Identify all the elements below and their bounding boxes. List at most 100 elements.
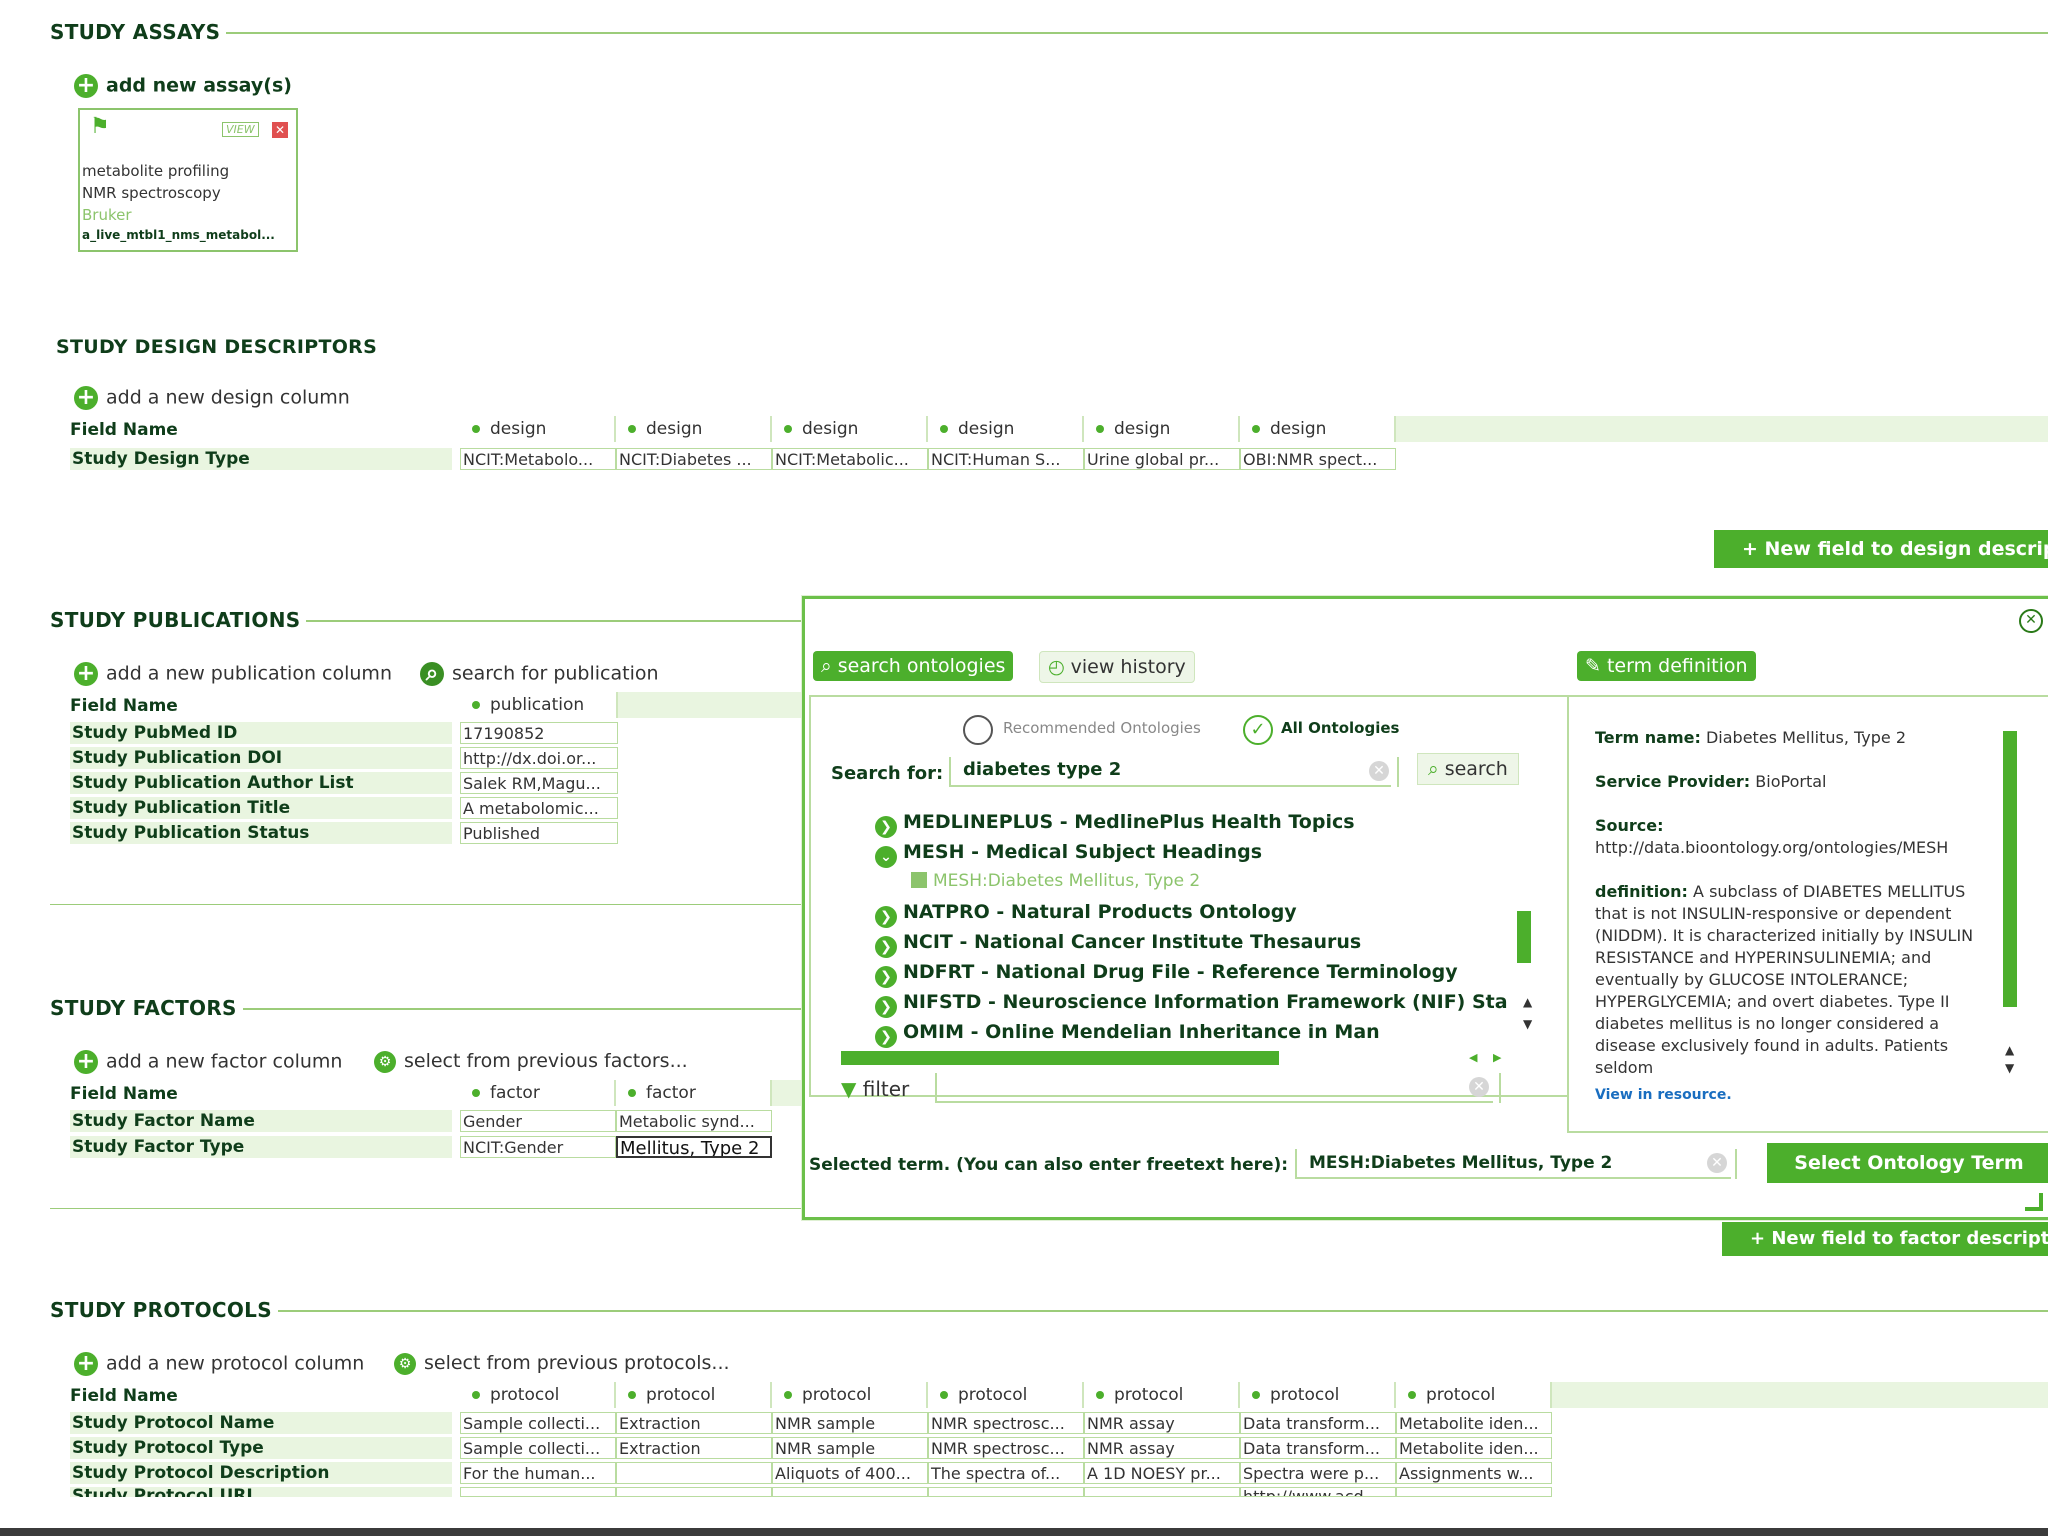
table-cell[interactable]: Gender: [460, 1110, 616, 1132]
table-cell[interactable]: Assignments w...: [1396, 1462, 1552, 1484]
table-cell[interactable]: NMR spectrosc...: [928, 1412, 1084, 1434]
ontology-item[interactable]: ❯ NCIT - National Cancer Institute Thesau…: [875, 931, 1361, 958]
table-cell[interactable]: [616, 1487, 772, 1497]
select-previous-protocols-button[interactable]: ⚙ select from previous protocols...: [394, 1352, 730, 1375]
table-cell[interactable]: A 1D NOESY pr...: [1084, 1462, 1240, 1484]
table-cell[interactable]: Mellitus, Type 2: [616, 1136, 772, 1158]
tab-search-ontologies[interactable]: ⌕ search ontologies: [813, 651, 1014, 681]
table-cell[interactable]: Aliquots of 400...: [772, 1462, 928, 1484]
table-cell[interactable]: NMR sample: [772, 1412, 928, 1434]
table-cell[interactable]: NCIT:Metabolic...: [772, 448, 928, 470]
table-cell[interactable]: http://dx.doi.or...: [460, 747, 618, 769]
ontology-item[interactable]: ❯ OMIM - Online Mendelian Inheritance in …: [875, 1021, 1380, 1048]
table-cell[interactable]: NCIT:Gender: [460, 1136, 616, 1158]
bottom-scrollbar[interactable]: [0, 1528, 2048, 1536]
table-cell[interactable]: Sample collecti...: [460, 1437, 616, 1459]
search-button[interactable]: ⌕ search: [1417, 753, 1519, 785]
table-cell[interactable]: Extraction: [616, 1437, 772, 1459]
column-header-factor[interactable]: factor: [616, 1080, 772, 1106]
selected-term-input[interactable]: MESH:Diabetes Mellitus, Type 2 ✕: [1295, 1149, 1731, 1179]
column-header-protocol[interactable]: protocol: [616, 1382, 772, 1408]
definition-scrollbar-thumb[interactable]: [2003, 731, 2017, 1007]
table-cell[interactable]: [460, 1487, 616, 1497]
search-input[interactable]: diabetes type 2 ✕: [949, 757, 1391, 787]
table-cell[interactable]: The spectra of...: [928, 1462, 1084, 1484]
table-cell[interactable]: Spectra were p...: [1240, 1462, 1396, 1484]
view-in-resource-link[interactable]: View in resource.: [1595, 1087, 1732, 1103]
scroll-right-icon[interactable]: ▶: [1493, 1051, 1501, 1064]
table-cell[interactable]: [928, 1487, 1084, 1497]
column-header-design[interactable]: design: [1240, 416, 1396, 442]
table-cell[interactable]: [1084, 1487, 1240, 1497]
close-icon[interactable]: ✕: [2019, 609, 2043, 633]
table-cell[interactable]: Extraction: [616, 1412, 772, 1434]
clear-icon[interactable]: ✕: [1469, 1077, 1489, 1097]
table-cell[interactable]: Data transform...: [1240, 1412, 1396, 1434]
assay-card[interactable]: ⚑ VIEW ✕ metabolite profiling NMR spectr…: [78, 108, 298, 252]
new-factor-field-button[interactable]: + New field to factor descript: [1722, 1222, 2048, 1256]
add-publication-column-button[interactable]: + add a new publication column: [74, 662, 392, 686]
ontology-term-item[interactable]: MESH:Diabetes Mellitus, Type 2: [911, 871, 1200, 891]
table-cell[interactable]: Metabolic synd...: [616, 1110, 772, 1132]
column-header-design[interactable]: design: [460, 416, 616, 442]
table-cell[interactable]: NCIT:Human S...: [928, 448, 1084, 470]
tab-term-definition[interactable]: ✎ term definition: [1577, 651, 1756, 681]
table-cell[interactable]: NCIT:Metabolo...: [460, 448, 616, 470]
table-cell[interactable]: Metabolite iden...: [1396, 1437, 1552, 1459]
ontology-item[interactable]: ❯ MEDLINEPLUS - MedlinePlus Health Topics: [875, 811, 1355, 838]
tab-view-history[interactable]: ◴ view history: [1039, 651, 1195, 683]
column-header-publication[interactable]: publication: [460, 692, 618, 718]
table-cell[interactable]: Sample collecti...: [460, 1412, 616, 1434]
column-header-protocol[interactable]: protocol: [772, 1382, 928, 1408]
column-header-design[interactable]: design: [928, 416, 1084, 442]
add-design-column-button[interactable]: + add a new design column: [74, 386, 350, 410]
clear-icon[interactable]: ✕: [1369, 761, 1389, 781]
table-cell[interactable]: [616, 1462, 772, 1484]
table-cell[interactable]: NCIT:Diabetes ...: [616, 448, 772, 470]
table-cell[interactable]: Metabolite iden...: [1396, 1412, 1552, 1434]
add-assay-button[interactable]: + add new assay(s): [74, 74, 292, 98]
list-hscrollbar-thumb[interactable]: [841, 1051, 1279, 1065]
table-cell[interactable]: Salek RM,Magu...: [460, 772, 618, 794]
radio-recommended[interactable]: Recommended Ontologies: [963, 715, 1201, 745]
ontology-item[interactable]: ❯ NATPRO - Natural Products Ontology: [875, 901, 1297, 928]
resize-handle[interactable]: [2025, 1193, 2043, 1211]
column-header-protocol[interactable]: protocol: [928, 1382, 1084, 1408]
column-header-protocol[interactable]: protocol: [1240, 1382, 1396, 1408]
table-cell[interactable]: For the human...: [460, 1462, 616, 1484]
column-header-design[interactable]: design: [616, 416, 772, 442]
column-header-design[interactable]: design: [1084, 416, 1240, 442]
ontology-item[interactable]: ❯ NIFSTD - Neuroscience Information Frame…: [875, 991, 1525, 1018]
select-previous-factors-button[interactable]: ⚙ select from previous factors...: [374, 1050, 688, 1073]
list-scrollbar-thumb[interactable]: [1517, 911, 1531, 963]
scroll-down-icon[interactable]: ▼: [1523, 1017, 1532, 1031]
column-header-design[interactable]: design: [772, 416, 928, 442]
column-header-protocol[interactable]: protocol: [1084, 1382, 1240, 1408]
add-protocol-column-button[interactable]: + add a new protocol column: [74, 1352, 364, 1376]
table-cell[interactable]: [1396, 1487, 1552, 1497]
filter-input[interactable]: ✕: [935, 1073, 1493, 1103]
table-cell[interactable]: OBI:NMR spect...: [1240, 448, 1396, 470]
table-cell[interactable]: Published: [460, 822, 618, 844]
table-cell[interactable]: [772, 1487, 928, 1497]
column-header-protocol[interactable]: protocol: [460, 1382, 616, 1408]
delete-icon[interactable]: ✕: [272, 122, 288, 138]
add-factor-column-button[interactable]: + add a new factor column: [74, 1050, 342, 1074]
radio-all[interactable]: ✓ All Ontologies: [1243, 715, 1399, 745]
scroll-down-icon[interactable]: ▼: [2005, 1061, 2014, 1075]
column-header-factor[interactable]: factor: [460, 1080, 616, 1106]
clear-icon[interactable]: ✕: [1707, 1153, 1727, 1173]
table-cell[interactable]: NMR spectrosc...: [928, 1437, 1084, 1459]
select-ontology-term-button[interactable]: Select Ontology Term: [1767, 1143, 2048, 1183]
ontology-item[interactable]: ❯ NDFRT - National Drug File - Reference …: [875, 961, 1458, 988]
new-design-field-button[interactable]: + New field to design descript: [1714, 530, 2048, 568]
view-assay-button[interactable]: VIEW: [222, 122, 259, 137]
table-cell[interactable]: NMR sample: [772, 1437, 928, 1459]
table-cell[interactable]: NMR assay: [1084, 1412, 1240, 1434]
scroll-up-icon[interactable]: ▲: [2005, 1043, 2014, 1057]
scroll-left-icon[interactable]: ◀: [1469, 1051, 1477, 1064]
table-cell[interactable]: Data transform...: [1240, 1437, 1396, 1459]
search-publication-button[interactable]: ⌕ search for publication: [420, 662, 659, 686]
table-cell[interactable]: NMR assay: [1084, 1437, 1240, 1459]
table-cell[interactable]: http://www.acd...: [1240, 1487, 1396, 1497]
